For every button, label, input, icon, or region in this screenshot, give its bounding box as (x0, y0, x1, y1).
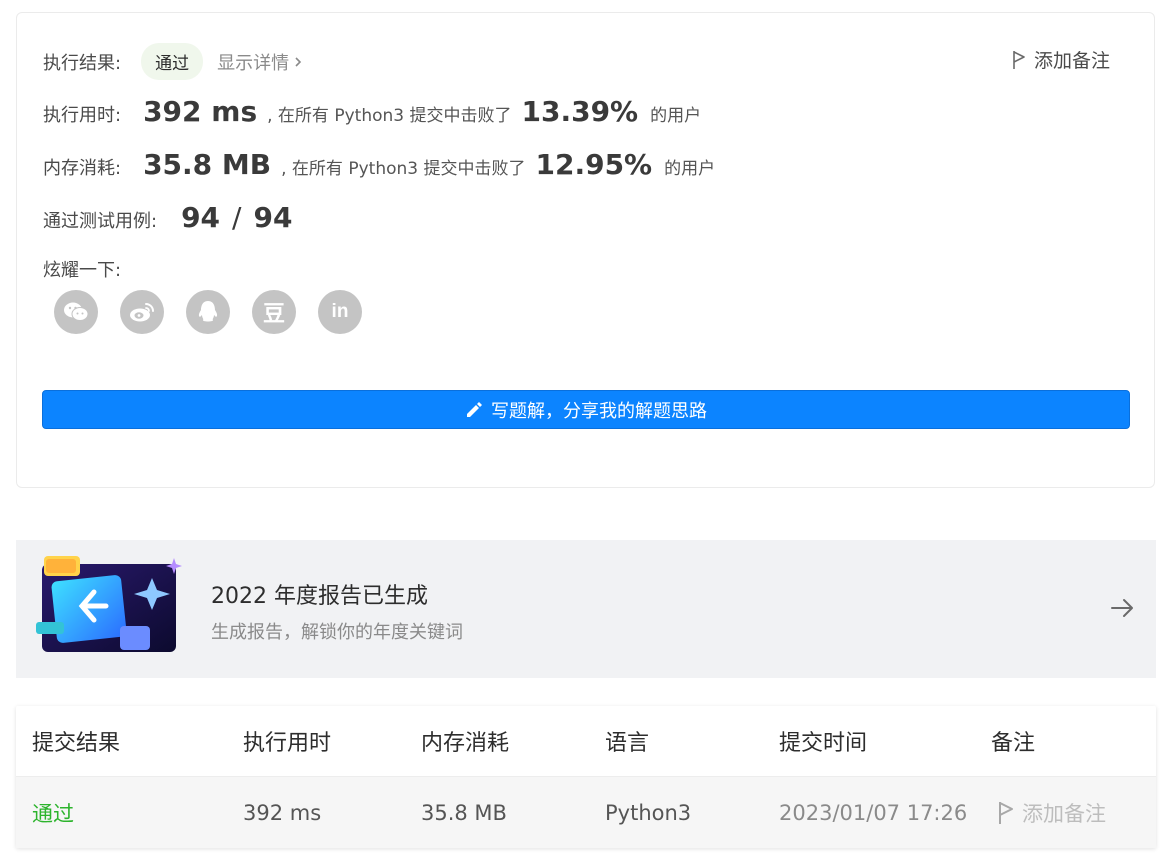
testcases-separator: / (232, 201, 242, 234)
qq-icon[interactable] (186, 290, 230, 334)
submissions-table: 提交结果 执行用时 内存消耗 语言 提交时间 备注 通过 392 ms 35.8… (16, 706, 1156, 848)
row-memory: 35.8 MB (421, 800, 507, 825)
runtime-beat-text: , 在所有 Python3 提交中击败了 (267, 106, 512, 126)
memory-users-text: 的用户 (664, 159, 716, 179)
write-solution-button[interactable]: 写题解，分享我的解题思路 (42, 390, 1130, 429)
memory-value: 35.8 MB (143, 148, 272, 181)
header-time: 提交时间 (779, 731, 868, 756)
runtime-value: 392 ms (143, 95, 258, 128)
row-result-link[interactable]: 通过 (32, 777, 74, 848)
header-memory: 内存消耗 (421, 731, 510, 756)
header-runtime: 执行用时 (243, 731, 332, 756)
add-note-label: 添加备注 (1033, 50, 1110, 72)
runtime-label: 执行用时: (43, 105, 122, 126)
memory-percent: 12.95% (535, 148, 653, 181)
runtime-users-text: 的用户 (650, 106, 702, 126)
write-solution-label: 写题解，分享我的解题思路 (491, 400, 707, 422)
status-badge: 通过 (141, 43, 204, 80)
share-label: 炫耀一下: (43, 260, 122, 281)
submission-result-card: 执行结果: 通过 显示详情 添加备注 执行用时: 392 ms , 在所有 Py… (16, 12, 1155, 488)
pencil-icon (467, 401, 482, 417)
memory-row: 内存消耗: 35.8 MB , 在所有 Python3 提交中击败了 12.95… (43, 148, 715, 181)
share-row: 炫耀一下: (43, 256, 121, 282)
memory-beat-text: , 在所有 Python3 提交中击败了 (281, 159, 526, 179)
banner-title: 2022 年度报告已生成 (211, 584, 428, 609)
weibo-icon[interactable] (120, 290, 164, 334)
table-row: 通过 392 ms 35.8 MB Python3 2023/01/07 17:… (16, 777, 1156, 848)
testcases-passed: 94 (181, 201, 221, 234)
row-add-note-label: 添加备注 (1022, 801, 1106, 826)
douban-icon[interactable]: 豆 (252, 290, 296, 334)
flag-icon (1013, 50, 1025, 69)
douban-glyph: 豆 (262, 302, 285, 327)
annual-report-illustration (36, 556, 182, 652)
banner-subtitle: 生成报告，解锁你的年度关键词 (211, 622, 463, 643)
annual-report-banner[interactable]: 2022 年度报告已生成 生成报告，解锁你的年度关键词 (16, 540, 1156, 678)
testcases-total: 94 (253, 201, 293, 234)
row-add-note-button[interactable]: 添加备注 (998, 777, 1106, 848)
header-result: 提交结果 (32, 731, 121, 756)
header-note: 备注 (991, 731, 1036, 756)
linkedin-icon[interactable]: in (318, 290, 362, 334)
header-language: 语言 (605, 731, 650, 756)
memory-label: 内存消耗: (43, 158, 122, 179)
runtime-row: 执行用时: 392 ms , 在所有 Python3 提交中击败了 13.39%… (43, 95, 701, 128)
add-note-button[interactable]: 添加备注 (1012, 46, 1110, 73)
linkedin-glyph: in (331, 301, 349, 322)
chevron-right-icon (295, 56, 302, 67)
wechat-icon[interactable] (54, 290, 98, 334)
show-details-label: 显示详情 (217, 52, 290, 74)
result-row: 执行结果: 通过 显示详情 (43, 43, 303, 80)
show-details-link[interactable]: 显示详情 (217, 49, 303, 75)
row-runtime: 392 ms (243, 800, 322, 825)
share-icons: 豆 in (54, 290, 362, 334)
flag-icon (999, 801, 1013, 824)
testcases-label: 通过测试用例: (43, 211, 158, 232)
row-language: Python3 (605, 800, 692, 825)
row-time: 2023/01/07 17:26 (779, 800, 968, 825)
runtime-percent: 13.39% (521, 95, 639, 128)
arrow-right-icon (1111, 599, 1133, 617)
testcases-row: 通过测试用例: 94 / 94 (43, 201, 292, 234)
result-label: 执行结果: (43, 52, 122, 74)
table-header-row: 提交结果 执行用时 内存消耗 语言 提交时间 备注 (16, 706, 1156, 777)
